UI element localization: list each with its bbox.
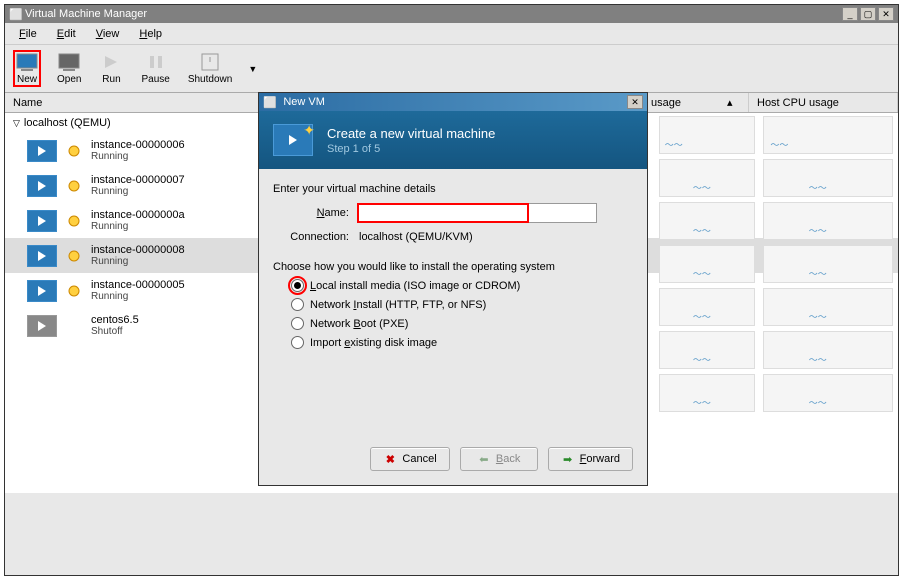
radio-label: Network Boot (PXE)	[310, 318, 408, 330]
cancel-button[interactable]: ✖ Cancel	[370, 447, 449, 471]
col-host[interactable]: Host CPU usage	[749, 93, 898, 112]
vm-state: Running	[91, 256, 185, 267]
connection-value: localhost (QEMU/KVM)	[357, 231, 473, 243]
vm-state: Running	[91, 221, 185, 232]
radio-icon	[291, 317, 304, 330]
cpu-usage-cell: ～～	[659, 116, 755, 154]
radio-icon	[291, 279, 304, 292]
vm-status-icon	[67, 249, 81, 263]
radio-label: Local install media (ISO image or CDROM)	[310, 280, 520, 292]
dialog-title-text: Create a new virtual machine	[327, 126, 495, 141]
name-label: Name:	[273, 207, 357, 219]
vm-monitor-icon	[27, 175, 57, 197]
choose-label: Choose how you would like to install the…	[273, 261, 633, 273]
vm-status-icon	[67, 319, 81, 333]
host-cpu-usage-cell: ～～	[763, 374, 893, 412]
radio-label: Network Install (HTTP, FTP, or NFS)	[310, 299, 486, 311]
vm-state: Running	[91, 151, 185, 162]
back-button[interactable]: ⬅ Back	[460, 447, 538, 471]
cancel-icon: ✖	[383, 452, 397, 466]
vm-name: instance-00000006	[91, 139, 185, 151]
host-cpu-usage-cell: ～～	[763, 159, 893, 197]
vm-name: instance-00000008	[91, 244, 185, 256]
shutdown-button[interactable]: Shutdown	[186, 50, 234, 87]
monitor-open-icon	[57, 52, 81, 72]
name-input[interactable]	[357, 203, 529, 223]
forward-button[interactable]: ➡ Forward	[548, 447, 633, 471]
vm-name: instance-00000007	[91, 174, 185, 186]
intro-label: Enter your virtual machine details	[273, 183, 633, 195]
vm-status-icon	[67, 214, 81, 228]
radio-label: Import existing disk image	[310, 337, 437, 349]
menu-help[interactable]: Help	[131, 26, 170, 42]
vm-state: Shutoff	[91, 326, 139, 337]
connection-label: Connection:	[273, 231, 357, 243]
new-button[interactable]: New	[13, 50, 41, 87]
play-icon	[99, 52, 123, 72]
vm-monitor-icon	[27, 315, 57, 337]
install-option-radio[interactable]: Network Boot (PXE)	[291, 317, 633, 330]
shutdown-icon	[198, 52, 222, 72]
monitor-new-icon	[15, 52, 39, 72]
menu-view[interactable]: View	[88, 26, 128, 42]
pause-button[interactable]: Pause	[139, 50, 171, 87]
new-vm-dialog: ⬜ New VM ✕ ✦ Create a new virtual machin…	[258, 92, 648, 486]
vm-status-icon	[67, 179, 81, 193]
vm-monitor-icon	[27, 280, 57, 302]
minimize-button[interactable]: _	[842, 7, 858, 21]
host-cpu-usage-cell: ～～	[763, 288, 893, 326]
radio-icon	[291, 336, 304, 349]
dialog-header: ✦ Create a new virtual machine Step 1 of…	[259, 111, 647, 169]
install-option-radio[interactable]: Import existing disk image	[291, 336, 633, 349]
pause-icon	[144, 52, 168, 72]
cpu-usage-cell: ～～	[659, 159, 755, 197]
menubar: File Edit View Help	[5, 23, 898, 45]
toolbar: New Open Run Pause Shutdown ▼	[5, 45, 898, 93]
vm-status-icon	[67, 284, 81, 298]
radio-icon	[291, 298, 304, 311]
cpu-usage-cell: ～～	[659, 288, 755, 326]
vm-name: instance-00000005	[91, 279, 185, 291]
install-option-radio[interactable]: Network Install (HTTP, FTP, or NFS)	[291, 298, 633, 311]
open-button[interactable]: Open	[55, 50, 83, 87]
maximize-button[interactable]: ▢	[860, 7, 876, 21]
toolbar-dropdown-icon[interactable]: ▼	[248, 64, 257, 74]
dialog-icon: ⬜	[263, 96, 277, 109]
cpu-usage-cell: ～～	[659, 331, 755, 369]
vm-state: Running	[91, 291, 185, 302]
back-arrow-icon: ⬅	[477, 452, 491, 466]
host-cpu-usage-cell: ～～	[763, 245, 893, 283]
vm-monitor-icon	[27, 140, 57, 162]
menu-file[interactable]: File	[11, 26, 45, 42]
col-usage[interactable]: usage▴	[643, 93, 749, 112]
vm-status-icon	[67, 144, 81, 158]
main-titlebar[interactable]: ⬜ Virtual Machine Manager _ ▢ ✕	[5, 5, 898, 23]
host-cpu-usage-cell: ～～	[763, 331, 893, 369]
name-input-ext[interactable]	[529, 203, 597, 223]
dialog-close-button[interactable]: ✕	[627, 95, 643, 109]
dialog-step-text: Step 1 of 5	[327, 143, 495, 155]
app-icon: ⬜	[9, 8, 21, 20]
monitor-new-large-icon: ✦	[273, 124, 313, 156]
window-title: Virtual Machine Manager	[25, 8, 147, 20]
cpu-usage-cell: ～～	[659, 202, 755, 240]
vm-state: Running	[91, 186, 185, 197]
host-cpu-usage-cell: ～～	[763, 202, 893, 240]
menu-edit[interactable]: Edit	[49, 26, 84, 42]
sort-indicator-icon: ▴	[727, 96, 733, 109]
dialog-titlebar[interactable]: ⬜ New VM ✕	[259, 93, 647, 111]
install-option-radio[interactable]: Local install media (ISO image or CDROM)	[291, 279, 633, 292]
cpu-usage-cell: ～～	[659, 245, 755, 283]
run-button[interactable]: Run	[97, 50, 125, 87]
vm-monitor-icon	[27, 245, 57, 267]
vm-monitor-icon	[27, 210, 57, 232]
forward-arrow-icon: ➡	[561, 452, 575, 466]
vm-name: centos6.5	[91, 314, 139, 326]
cpu-usage-cell: ～～	[659, 374, 755, 412]
expand-arrow-icon[interactable]: ▽	[13, 118, 20, 129]
host-cpu-usage-cell: ～～	[763, 116, 893, 154]
close-button[interactable]: ✕	[878, 7, 894, 21]
vm-name: instance-0000000a	[91, 209, 185, 221]
